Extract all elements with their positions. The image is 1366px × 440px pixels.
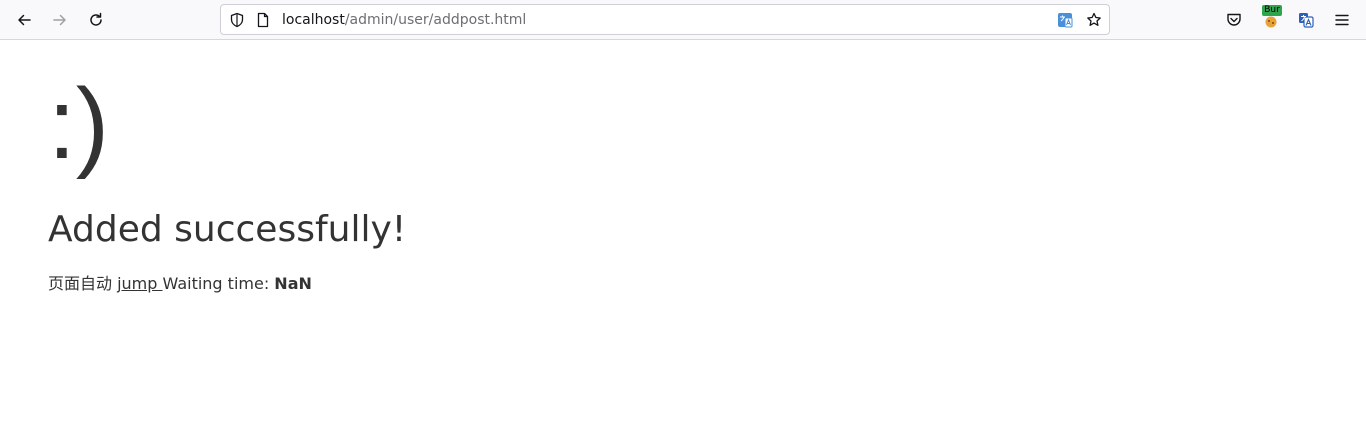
back-button[interactable] <box>10 6 38 34</box>
forward-arrow-icon <box>53 14 66 26</box>
url-bar[interactable]: localhost/admin/user/addpost.html <box>220 4 1110 35</box>
wait-label: Waiting time: <box>162 274 275 293</box>
wait-value: NaN <box>274 274 312 293</box>
smiley-face: :) <box>48 68 110 180</box>
bookmark-star-icon[interactable] <box>1086 12 1102 28</box>
translate-icon[interactable] <box>1057 12 1073 28</box>
jump-link[interactable]: jump <box>117 274 162 293</box>
url-host: localhost <box>282 12 345 28</box>
browser-toolbar: localhost/admin/user/addpost.html Bur <box>0 0 1366 40</box>
reload-button[interactable] <box>82 6 110 34</box>
url-path: /admin/user/addpost.html <box>344 12 527 28</box>
forward-button[interactable] <box>46 6 74 34</box>
pocket-icon <box>1227 13 1241 26</box>
url-text[interactable]: localhost/admin/user/addpost.html <box>282 11 526 29</box>
back-arrow-icon <box>18 14 31 26</box>
reload-icon <box>90 12 102 26</box>
hamburger-menu-icon <box>1335 14 1349 26</box>
tracking-shield-icon[interactable] <box>229 12 245 28</box>
page-title: Added successfully! <box>48 209 407 250</box>
translate-extension-button[interactable] <box>1292 6 1320 34</box>
page-info-icon[interactable] <box>255 12 271 28</box>
translate-extension-icon <box>1299 13 1314 28</box>
redirect-message: 页面自动 jump Waiting time: NaN <box>48 272 312 296</box>
burp-badge: Bur <box>1262 5 1282 16</box>
app-menu-button[interactable] <box>1328 6 1356 34</box>
redirect-prefix: 页面自动 <box>48 274 118 293</box>
pocket-button[interactable] <box>1220 6 1248 34</box>
